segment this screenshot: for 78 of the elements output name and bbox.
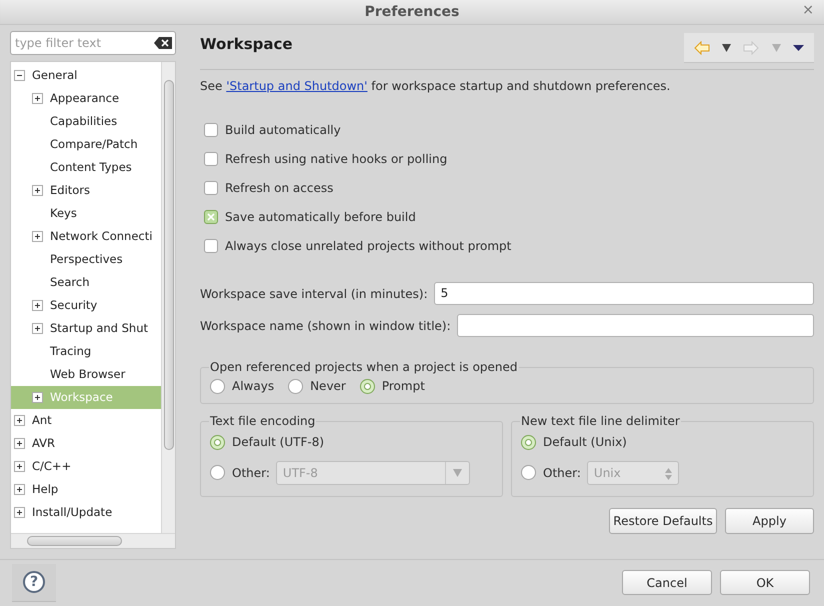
- field-label: Workspace save interval (in minutes):: [200, 286, 428, 302]
- expand-icon[interactable]: [32, 231, 43, 242]
- horizontal-scrollbar[interactable]: [11, 533, 175, 548]
- dropdown-icon[interactable]: [722, 44, 732, 52]
- filter-field[interactable]: type filter text: [10, 31, 176, 55]
- expand-icon[interactable]: [32, 392, 43, 403]
- text-field[interactable]: [456, 314, 814, 337]
- radio-label: Never: [310, 378, 346, 396]
- intro-text: See 'Startup and Shutdown' for workspace startup and shutdown preferences.: [200, 78, 672, 95]
- menu-icon[interactable]: [792, 44, 804, 50]
- tree-item[interactable]: AVR: [11, 432, 162, 455]
- checkbox[interactable]: [204, 180, 218, 194]
- radio-label: Other:: [232, 464, 270, 482]
- group-title: Text file encoding: [209, 414, 316, 429]
- radio-label: Other:: [543, 464, 581, 482]
- checkbox[interactable]: [204, 210, 218, 224]
- radio-label: Default (UTF-8): [232, 434, 324, 452]
- tree-item[interactable]: Keys: [11, 202, 162, 225]
- tree-item[interactable]: General: [11, 64, 162, 87]
- page-title: Workspace: [200, 34, 293, 55]
- checkbox-label: Refresh using native hooks or polling: [225, 150, 448, 168]
- ok-button[interactable]: OK: [720, 570, 810, 595]
- expand-icon[interactable]: [32, 300, 43, 311]
- window-title: Preferences: [364, 2, 460, 22]
- checkbox-label: Always close unrelated projects without prompt: [225, 238, 512, 254]
- clear-icon[interactable]: [154, 37, 172, 49]
- group-title: New text file line delimiter: [520, 414, 681, 429]
- collapse-icon[interactable]: [14, 70, 25, 81]
- cancel-button[interactable]: Cancel: [622, 570, 712, 595]
- tree-item[interactable]: Appearance: [11, 87, 162, 110]
- expand-icon[interactable]: [14, 507, 25, 518]
- group-title: Open referenced projects when a project is opened: [209, 360, 519, 374]
- expand-icon[interactable]: [14, 415, 25, 426]
- checkbox-label: Save automatically before build: [225, 208, 416, 226]
- startup-link[interactable]: 'Startup and Shutdown': [226, 79, 368, 93]
- radio-button[interactable]: [360, 378, 375, 394]
- tree-item[interactable]: Search: [11, 271, 162, 294]
- tree-item[interactable]: Capabilities: [11, 110, 162, 133]
- tree-item[interactable]: Help: [11, 478, 162, 501]
- radio-label: Default (Unix): [543, 434, 627, 452]
- expand-icon[interactable]: [14, 438, 25, 449]
- checkbox-label: Build automatically: [225, 122, 341, 138]
- radio-button[interactable]: [288, 378, 304, 394]
- expand-icon[interactable]: [32, 93, 43, 104]
- text-field[interactable]: 5: [434, 282, 814, 305]
- radio-label: Always: [232, 378, 274, 396]
- back-arrow-icon[interactable]: [694, 40, 710, 54]
- radio-button[interactable]: [210, 378, 225, 394]
- restore-defaults-button[interactable]: Restore Defaults: [609, 508, 717, 534]
- tree-item[interactable]: Startup and Shut: [11, 317, 162, 340]
- checkbox-label: Refresh on access: [225, 180, 334, 196]
- tree-item[interactable]: Editors: [11, 179, 162, 202]
- check-mark-icon: [207, 212, 215, 220]
- radio-label: Prompt: [382, 378, 425, 396]
- tree-item[interactable]: Compare/Patch: [11, 133, 162, 156]
- tree-item[interactable]: Install/Update: [11, 501, 162, 524]
- expand-icon[interactable]: [32, 185, 43, 196]
- radio-button[interactable]: [210, 434, 225, 450]
- tree-item[interactable]: Tracing: [11, 340, 162, 363]
- apply-button[interactable]: Apply: [725, 508, 814, 534]
- tree-item[interactable]: Web Browser: [11, 363, 162, 386]
- field-label: Workspace name (shown in window title):: [200, 318, 451, 334]
- checkbox[interactable]: [204, 152, 218, 166]
- checkbox[interactable]: [204, 238, 218, 252]
- checkbox[interactable]: [204, 122, 218, 136]
- tree-item[interactable]: C/C++: [11, 455, 162, 478]
- tree-item[interactable]: Ant: [11, 409, 162, 432]
- expand-icon[interactable]: [14, 461, 25, 472]
- tree-item[interactable]: Network Connecti: [11, 225, 162, 248]
- tree-item[interactable]: Content Types: [11, 156, 162, 179]
- expand-icon[interactable]: [14, 484, 25, 495]
- expand-icon[interactable]: [32, 323, 43, 334]
- tree-item[interactable]: Perspectives: [11, 248, 162, 271]
- help-button[interactable]: ?: [12, 564, 56, 602]
- tree-item[interactable]: Security: [11, 294, 162, 317]
- vertical-scrollbar[interactable]: [161, 62, 175, 534]
- forward-arrow-icon[interactable]: [743, 40, 760, 54]
- radio-button[interactable]: [521, 434, 536, 450]
